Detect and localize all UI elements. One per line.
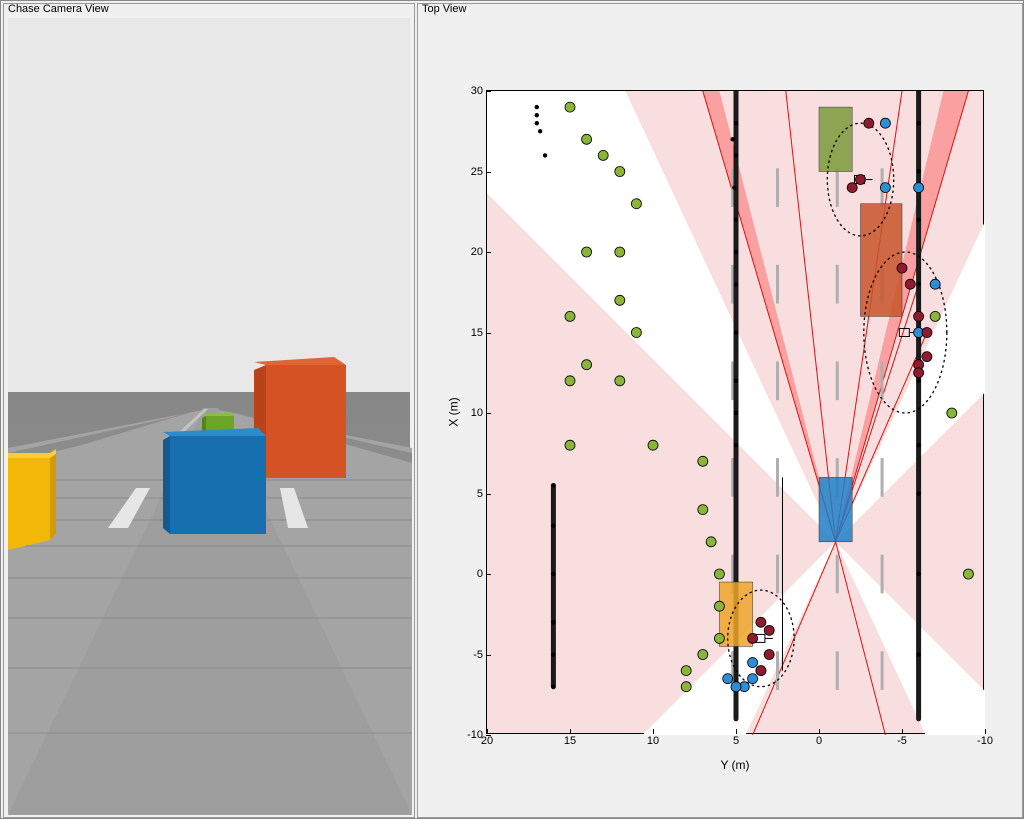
y-tick: 15 bbox=[471, 327, 483, 339]
y-tick: 20 bbox=[471, 246, 483, 258]
x-tick: 5 bbox=[733, 735, 739, 747]
y-tick: 25 bbox=[471, 166, 483, 178]
chase-camera-panel: Chase Camera View bbox=[3, 3, 415, 818]
x-tick: -5 bbox=[897, 735, 907, 747]
x-axis-label: Y (m) bbox=[486, 758, 984, 772]
y-tick: 0 bbox=[477, 568, 483, 580]
plot-svg bbox=[487, 91, 985, 735]
chase-panel-title: Chase Camera View bbox=[8, 3, 109, 15]
x-tick: -10 bbox=[977, 735, 993, 747]
x-tick: 15 bbox=[564, 735, 576, 747]
y-tick: 30 bbox=[471, 85, 483, 97]
actor-yellow bbox=[8, 449, 56, 550]
actor-orange bbox=[254, 357, 346, 478]
y-tick: 10 bbox=[471, 407, 483, 419]
app-window: Chase Camera View bbox=[0, 0, 1024, 819]
y-tick: -5 bbox=[473, 649, 483, 661]
actor-blue bbox=[163, 428, 266, 534]
birds-eye-plot[interactable]: X (m) -10-505101520253020151050-5-10 bbox=[486, 90, 984, 734]
top-panel-title: Top View bbox=[422, 3, 466, 15]
y-axis-label: X (m) bbox=[447, 397, 461, 426]
chase-camera-view[interactable] bbox=[8, 18, 410, 813]
y-tick: 5 bbox=[477, 488, 483, 500]
x-tick: 0 bbox=[816, 735, 822, 747]
x-tick: 20 bbox=[481, 735, 493, 747]
x-tick: 10 bbox=[647, 735, 659, 747]
top-view-panel: Top View X (m) -10-505101520253020151050… bbox=[417, 3, 1023, 818]
scene-svg bbox=[8, 18, 412, 815]
